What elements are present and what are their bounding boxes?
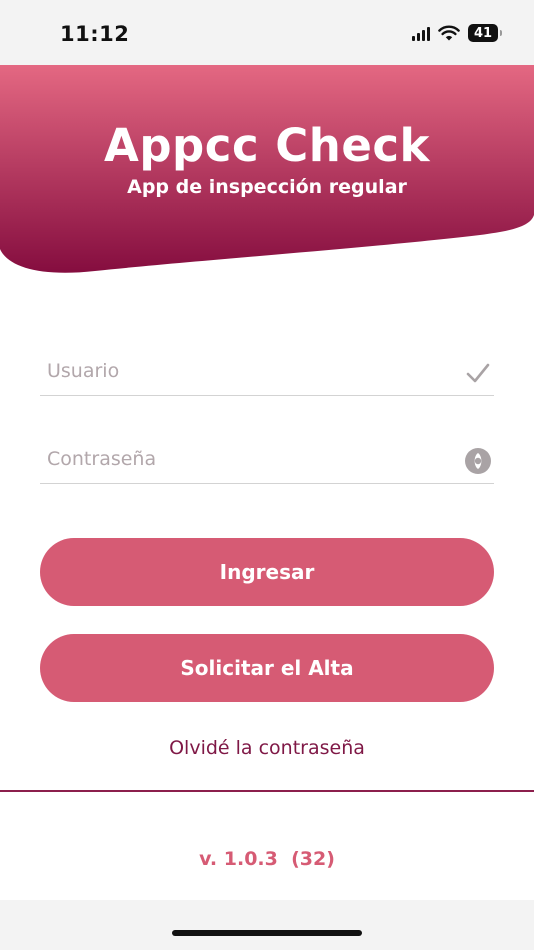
version-label: v. 1.0.3 (32) [199, 848, 335, 870]
signup-button[interactable]: Solicitar el Alta [40, 634, 494, 702]
status-bar: 11:12 41 [0, 0, 534, 65]
username-field [40, 351, 494, 396]
header-banner [0, 65, 534, 273]
signal-icon [412, 25, 430, 41]
password-field [40, 439, 494, 484]
status-time: 11:12 [60, 22, 130, 46]
forgot-password-link[interactable]: Olvidé la contraseña [0, 737, 534, 759]
app-subtitle: App de inspección regular [127, 176, 407, 198]
wifi-icon [438, 25, 460, 41]
bottom-bar [0, 900, 534, 950]
divider [0, 790, 534, 792]
eye-icon[interactable] [464, 447, 492, 475]
home-indicator[interactable] [172, 930, 362, 936]
battery-level: 41 [473, 25, 493, 41]
check-icon [466, 363, 490, 383]
battery-icon: 41 [468, 24, 502, 42]
username-input[interactable] [47, 351, 447, 391]
login-button[interactable]: Ingresar [40, 538, 494, 606]
password-input[interactable] [47, 439, 447, 479]
app-title: Appcc Check [104, 119, 430, 172]
status-icons: 41 [412, 24, 502, 42]
